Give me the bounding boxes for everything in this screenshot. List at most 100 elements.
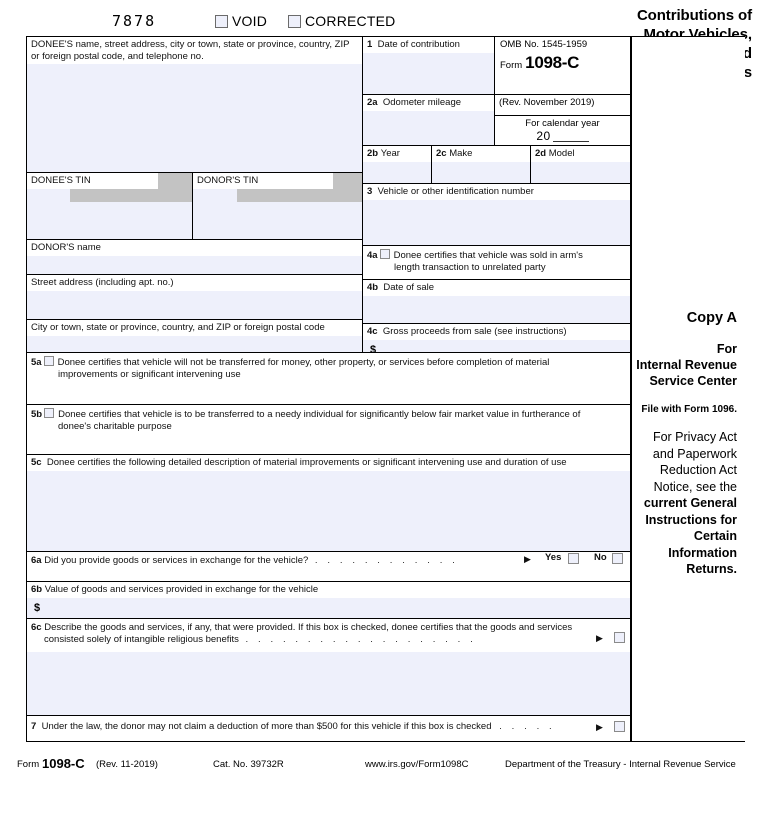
void-label: VOID (232, 13, 268, 29)
privacy-line-8: Information (668, 545, 737, 560)
box5b-label: 5b Donee certifies that vehicle is to be … (31, 408, 581, 432)
copy-a-for-word: For (716, 342, 737, 356)
revision-date-block: (Rev. November 2019) (495, 95, 631, 116)
calendar-year-value[interactable]: 20 (495, 130, 630, 144)
box6a-goods-services-question[interactable]: 6a Did you provide goods or services in … (27, 552, 631, 582)
corrected-checkbox[interactable] (288, 14, 301, 28)
box6c-dot-leader: . . . . . . . . . . . . . . . . . . . (245, 634, 477, 645)
calendar-year-prefix: 20 (536, 129, 551, 143)
box5b-checkbox[interactable] (44, 408, 55, 418)
donee-tin-redaction-value (70, 189, 192, 202)
box7-label: 7 Under the law, the donor may not claim… (27, 716, 630, 735)
footer-url[interactable]: www.irs.gov/Form1098C (365, 759, 468, 770)
box3-label: 3 Vehicle or other identification number (363, 184, 630, 200)
box5b-certification[interactable]: 5b Donee certifies that vehicle is to be … (27, 405, 631, 455)
box5a-label: 5a Donee certifies that vehicle will not … (31, 356, 550, 380)
box2b-label: 2b Year (363, 146, 431, 162)
copy-a-file-with: File with Form 1096. (641, 404, 737, 415)
box6a-dot-leader: . . . . . . . . . . . . (314, 555, 459, 566)
form-identifier: Form 1098-C (495, 50, 630, 73)
box6a-label: 6a Did you provide goods or services in … (27, 552, 630, 569)
form-title-line-1: Contributions of (636, 7, 752, 24)
box5c-label: 5c Donee certifies the following detaile… (27, 455, 630, 471)
omb-form-block: OMB No. 1545-1959 Form 1098-C (495, 37, 631, 95)
box6c-label: 6c Describe the goods and services, if a… (27, 619, 630, 648)
box7-dot-leader: . . . . . (499, 721, 556, 732)
box4c-dollar-sign: $ (370, 343, 377, 353)
box4b-label: 4b Date of sale (363, 280, 630, 296)
street-address-box[interactable]: Street address (including apt. no.) (27, 275, 363, 320)
footer-revision: (Rev. 11-2019) (96, 759, 158, 770)
box6b-label: 6b Value of goods and services provided … (27, 582, 630, 598)
privacy-line-3: Reduction Act (659, 463, 737, 477)
omb-number: OMB No. 1545-1959 (500, 39, 588, 50)
privacy-line-4: Notice, see the (653, 479, 737, 494)
form-footer: Form 1098-C (Rev. 11-2019) Cat. No. 3973… (17, 756, 757, 771)
footer-catalog-number: Cat. No. 39732R (213, 759, 284, 770)
void-checkbox-group[interactable]: VOID (215, 13, 267, 29)
donee-tin-box[interactable]: DONEE'S TIN (27, 173, 193, 240)
box4a-arms-length-certification[interactable]: 4a Donee certifies that vehicle was sold … (363, 246, 631, 280)
box1-date-of-contribution[interactable]: 1 Date of contribution (363, 37, 495, 95)
privacy-line-6: Instructions for (645, 512, 737, 527)
copy-a-irs-line-1: Internal Revenue (636, 358, 737, 372)
calendar-year-block[interactable]: For calendar year 20 (495, 116, 631, 146)
box4c-label: 4c Gross proceeds from sale (see instruc… (363, 324, 630, 340)
box4c-gross-proceeds[interactable]: 4c Gross proceeds from sale (see instruc… (363, 324, 631, 353)
box5c-description[interactable]: 5c Donee certifies the following detaile… (27, 455, 631, 552)
donor-name-label: DONOR'S name (27, 240, 362, 256)
revision-date: (Rev. November 2019) (499, 97, 595, 108)
box2c-make[interactable]: 2c Make (432, 146, 531, 184)
city-state-zip-label: City or town, state or province, country… (27, 320, 362, 336)
box2a-odometer-mileage[interactable]: 2a Odometer mileage (363, 95, 495, 146)
box6c-arrow-icon: ▶ (596, 633, 603, 643)
footer-form-number: 1098-C (42, 756, 85, 771)
box1-label: 1 Date of contribution (363, 37, 494, 53)
footer-department: Department of the Treasury - Internal Re… (505, 759, 736, 770)
box7-deduction-limit[interactable]: 7 Under the law, the donor may not claim… (27, 716, 631, 741)
corrected-label: CORRECTED (305, 13, 396, 29)
box7-checkbox[interactable] (614, 721, 625, 732)
box2b-year[interactable]: 2b Year (363, 146, 432, 184)
box2c-label: 2c Make (432, 146, 530, 162)
donor-tin-redaction-value (237, 189, 362, 202)
copy-a-heading: Copy A (686, 310, 737, 326)
box6b-value-of-goods[interactable]: 6b Value of goods and services provided … (27, 582, 631, 619)
box6c-fill-area[interactable] (27, 652, 631, 716)
box4b-date-of-sale[interactable]: 4b Date of sale (363, 280, 631, 324)
box6a-yes-checkbox[interactable] (568, 553, 579, 564)
privacy-line-9: Returns. (686, 562, 737, 576)
form-number: 1098-C (525, 53, 580, 72)
donor-tin-redaction-top (333, 173, 362, 189)
box7-arrow-icon: ▶ (596, 722, 603, 732)
donor-tin-box[interactable]: DONOR'S TIN (193, 173, 363, 240)
street-address-label: Street address (including apt. no.) (27, 275, 362, 291)
donee-address-box[interactable]: DONEE'S name, street address, city or to… (27, 37, 363, 173)
donor-name-box[interactable]: DONOR'S name (27, 240, 363, 275)
box4a-checkbox[interactable] (379, 249, 390, 259)
privacy-line-7: Certain (693, 529, 737, 543)
donee-tin-redaction-top (158, 173, 192, 189)
box6c-checkbox[interactable] (614, 632, 625, 643)
box6a-no-label: No (594, 552, 607, 563)
box4a-label: 4a Donee certifies that vehicle was sold … (367, 249, 583, 273)
box2d-model[interactable]: 2d Model (531, 146, 631, 184)
donee-address-label: DONEE'S name, street address, city or to… (27, 37, 362, 64)
copy-a-column: Copy A For Internal Revenue Service Cent… (631, 37, 745, 741)
calendar-year-caption: For calendar year (525, 118, 600, 129)
box6a-yes-label: Yes (545, 552, 562, 563)
calendar-year-blank[interactable] (552, 130, 589, 142)
privacy-line-2: and Paperwork (652, 446, 737, 461)
box6c-describe-goods[interactable]: 6c Describe the goods and services, if a… (27, 619, 631, 652)
box5a-checkbox[interactable] (43, 356, 54, 366)
ocr-control-number: 7878 (112, 12, 157, 30)
privacy-line-5: current General (643, 496, 737, 510)
box3-vehicle-id[interactable]: 3 Vehicle or other identification number (363, 184, 631, 246)
city-state-zip-box[interactable]: City or town, state or province, country… (27, 320, 363, 353)
corrected-checkbox-group[interactable]: CORRECTED (288, 13, 395, 29)
box5a-certification[interactable]: 5a Donee certifies that vehicle will not … (27, 353, 631, 405)
form-body: DONEE'S name, street address, city or to… (26, 36, 745, 742)
void-checkbox[interactable] (215, 14, 228, 28)
privacy-line-1: For Privacy Act (652, 430, 737, 444)
copy-a-recipient: For Internal Revenue Service Center (619, 341, 737, 389)
